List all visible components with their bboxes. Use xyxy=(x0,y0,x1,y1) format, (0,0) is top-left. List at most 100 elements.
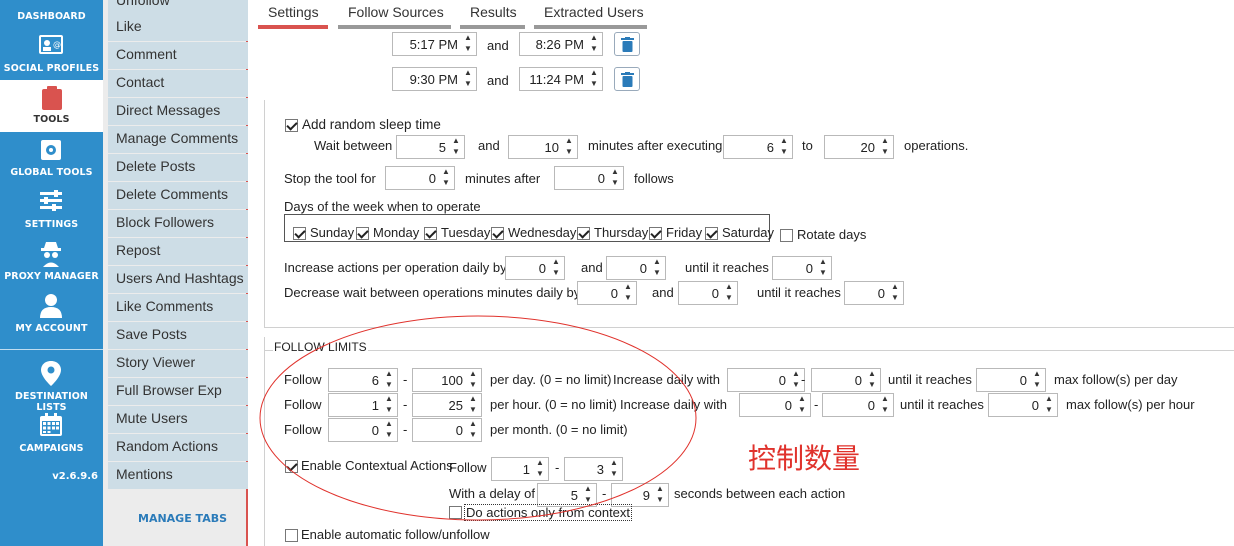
ops-max-input[interactable]: 20 ▲ ▼ xyxy=(824,135,894,159)
decrease-b-input[interactable]: 0 ▲ ▼ xyxy=(678,281,738,305)
spin-arrows-icon[interactable]: ▲ ▼ xyxy=(778,136,790,158)
increase-b-input[interactable]: 0 ▲ ▼ xyxy=(606,256,666,280)
tool-item[interactable]: Manage Comments xyxy=(108,126,248,153)
nav-destination-lists[interactable]: DESTINATION LISTS xyxy=(0,358,103,413)
tool-item[interactable]: Contact xyxy=(108,70,248,97)
delete-schedule-2-button[interactable] xyxy=(614,67,640,91)
day-monday-checkbox[interactable] xyxy=(356,227,369,240)
decrease-c-input[interactable]: 0 ▲ ▼ xyxy=(844,281,904,305)
stop-follows-input[interactable]: 0 ▲ ▼ xyxy=(554,166,624,190)
spin-arrows-icon[interactable]: ▲ ▼ xyxy=(723,282,735,304)
tab-results[interactable]: Results xyxy=(470,4,517,20)
day-wednesday-checkbox[interactable] xyxy=(491,227,504,240)
follow-hour-inc-b-input[interactable]: 0 ▲ ▼ xyxy=(822,393,894,417)
spin-arrows-icon[interactable]: ▲ ▼ xyxy=(383,394,395,416)
spin-arrows-icon[interactable]: ▲ ▼ xyxy=(1043,394,1055,416)
tool-item[interactable]: Mute Users xyxy=(108,406,248,433)
increase-a-input[interactable]: 0 ▲ ▼ xyxy=(505,256,565,280)
nav-settings[interactable]: SETTINGS xyxy=(0,186,103,238)
schedule-to-1[interactable]: 8:26 PM ▲ ▼ xyxy=(519,32,603,56)
day-sunday-checkbox[interactable] xyxy=(293,227,306,240)
tool-item[interactable]: Block Followers xyxy=(108,210,248,237)
spin-arrows-icon[interactable]: ▲ ▼ xyxy=(450,136,462,158)
tool-item[interactable]: Full Browser Exp xyxy=(108,378,248,405)
follow-day-inc-b-input[interactable]: 0 ▲ ▼ xyxy=(811,368,881,392)
tab-settings[interactable]: Settings xyxy=(268,4,319,20)
nav-my-account[interactable]: MY ACCOUNT xyxy=(0,290,103,342)
decrease-a-input[interactable]: 0 ▲ ▼ xyxy=(577,281,637,305)
spin-arrows-icon[interactable]: ▲ ▼ xyxy=(879,136,891,158)
nav-social-profiles[interactable]: @ SOCIAL PROFILES xyxy=(0,31,103,83)
follow-day-until-input[interactable]: 0 ▲ ▼ xyxy=(976,368,1046,392)
nav-proxy-manager[interactable]: PROXY MANAGER xyxy=(0,238,103,290)
follow-day-min-input[interactable]: 6 ▲ ▼ xyxy=(328,368,398,392)
tool-item[interactable]: Story Viewer xyxy=(108,350,248,377)
tool-item[interactable]: Save Posts xyxy=(108,322,248,349)
spin-arrows-icon[interactable]: ▲ ▼ xyxy=(550,257,562,279)
tab-extracted-users[interactable]: Extracted Users xyxy=(544,4,644,20)
spin-arrows-icon[interactable]: ▲ ▼ xyxy=(608,458,620,480)
follow-hour-min-input[interactable]: 1 ▲ ▼ xyxy=(328,393,398,417)
contextual-actions-checkbox[interactable] xyxy=(285,460,298,473)
tool-item[interactable]: Mentions xyxy=(108,462,248,489)
spin-arrows-icon[interactable]: ▲ ▼ xyxy=(563,136,575,158)
auto-follow-checkbox[interactable] xyxy=(285,529,298,542)
tool-item[interactable]: Delete Comments xyxy=(108,182,248,209)
spin-arrows-icon[interactable]: ▲ ▼ xyxy=(622,282,634,304)
follow-month-min-input[interactable]: 0 ▲ ▼ xyxy=(328,418,398,442)
spin-arrows-icon[interactable]: ▲ ▼ xyxy=(654,484,666,506)
nav-tools[interactable]: TOOLS xyxy=(0,80,103,132)
spin-arrows-icon[interactable]: ▲ ▼ xyxy=(889,282,901,304)
nav-global-tools[interactable]: GLOBAL TOOLS xyxy=(0,134,103,186)
stop-minutes-input[interactable]: 0 ▲ ▼ xyxy=(385,166,455,190)
spin-arrows-icon[interactable]: ▲ ▼ xyxy=(609,167,621,189)
delete-schedule-1-button[interactable] xyxy=(614,32,640,56)
spin-arrows-icon[interactable]: ▲ ▼ xyxy=(467,369,479,391)
spin-arrows-icon[interactable]: ▲ ▼ xyxy=(1031,369,1043,391)
sleep-max-input[interactable]: 10 ▲ ▼ xyxy=(508,135,578,159)
tab-follow-sources[interactable]: Follow Sources xyxy=(348,4,444,20)
spin-arrows-icon[interactable]: ▲ ▼ xyxy=(588,33,600,55)
tool-item[interactable]: Random Actions xyxy=(108,434,248,461)
follow-hour-until-input[interactable]: 0 ▲ ▼ xyxy=(988,393,1058,417)
rotate-days-checkbox[interactable] xyxy=(780,229,793,242)
spin-arrows-icon[interactable]: ▲ ▼ xyxy=(534,458,546,480)
tool-item-unfollow[interactable]: Unfollow xyxy=(108,0,248,15)
nav-campaigns[interactable]: CAMPAIGNS xyxy=(0,410,103,462)
nav-dashboard[interactable]: DASHBOARD xyxy=(0,0,103,26)
spin-arrows-icon[interactable]: ▲ ▼ xyxy=(383,369,395,391)
spin-arrows-icon[interactable]: ▲ ▼ xyxy=(866,369,878,391)
tool-item[interactable]: Like Comments xyxy=(108,294,248,321)
follow-month-max-input[interactable]: 0 ▲ ▼ xyxy=(412,418,482,442)
day-friday-checkbox[interactable] xyxy=(649,227,662,240)
ops-min-input[interactable]: 6 ▲ ▼ xyxy=(723,135,793,159)
spin-arrows-icon[interactable]: ▲ ▼ xyxy=(467,419,479,441)
random-sleep-checkbox[interactable] xyxy=(285,119,298,132)
spin-arrows-icon[interactable]: ▲ ▼ xyxy=(582,484,594,506)
tool-item[interactable]: Comment xyxy=(108,42,248,69)
schedule-from-1[interactable]: 5:17 PM ▲ ▼ xyxy=(392,32,477,56)
contextual-follow-max-input[interactable]: 3 ▲ ▼ xyxy=(564,457,623,481)
spin-arrows-icon[interactable]: ▲ ▼ xyxy=(796,394,808,416)
tool-item[interactable]: Delete Posts xyxy=(108,154,248,181)
spin-arrows-icon[interactable]: ▲ ▼ xyxy=(467,394,479,416)
spin-arrows-icon[interactable]: ▲ ▼ xyxy=(462,33,474,55)
spin-arrows-icon[interactable]: ▲ ▼ xyxy=(817,257,829,279)
tool-item[interactable]: Repost xyxy=(108,238,248,265)
follow-day-max-input[interactable]: 100 ▲ ▼ xyxy=(412,368,482,392)
increase-c-input[interactable]: 0 ▲ ▼ xyxy=(772,256,832,280)
spin-arrows-icon[interactable]: ▲ ▼ xyxy=(879,394,891,416)
schedule-to-2[interactable]: 11:24 PM ▲ ▼ xyxy=(519,67,603,91)
tool-item[interactable]: Direct Messages xyxy=(108,98,248,125)
only-context-checkbox[interactable] xyxy=(449,506,462,519)
day-thursday-checkbox[interactable] xyxy=(577,227,590,240)
spin-arrows-icon[interactable]: ▲ ▼ xyxy=(462,68,474,90)
schedule-from-2[interactable]: 9:30 PM ▲ ▼ xyxy=(392,67,477,91)
follow-day-inc-a-input[interactable]: 0 ▲ ▼ xyxy=(727,368,805,392)
follow-hour-max-input[interactable]: 25 ▲ ▼ xyxy=(412,393,482,417)
spin-arrows-icon[interactable]: ▲ ▼ xyxy=(588,68,600,90)
sleep-min-input[interactable]: 5 ▲ ▼ xyxy=(396,135,465,159)
day-tuesday-checkbox[interactable] xyxy=(424,227,437,240)
tool-item[interactable]: Like xyxy=(108,14,248,41)
manage-tabs-link[interactable]: MANAGE TABS xyxy=(138,512,227,525)
